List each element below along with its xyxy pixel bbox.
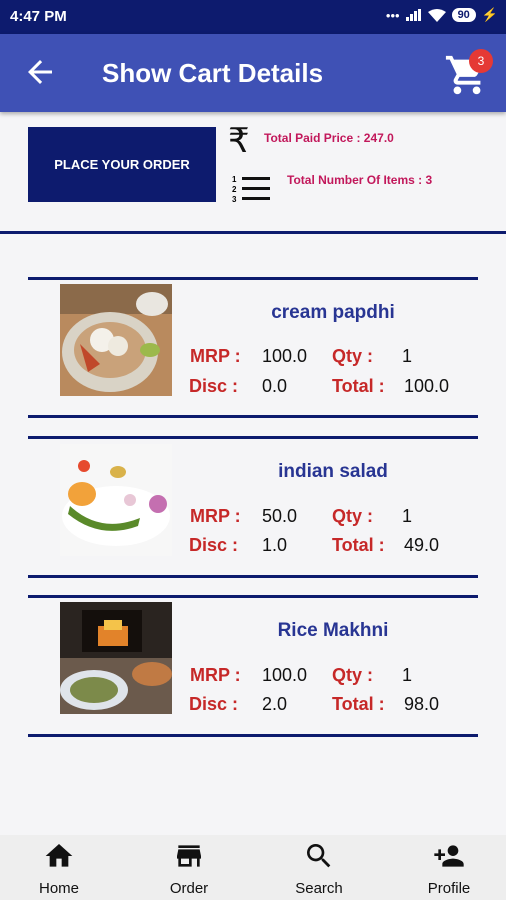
mrp-label: MRP :	[190, 346, 241, 366]
charging-icon: ⚡	[481, 7, 498, 22]
signal-icon	[405, 9, 421, 21]
store-icon	[177, 845, 201, 867]
more-dots-icon: •••	[385, 7, 400, 23]
total-value: 100.0	[404, 376, 450, 396]
total-items-count: Total Number Of Items : 3	[287, 173, 433, 187]
app-bar: Show Cart Details	[0, 34, 506, 112]
wifi-icon	[427, 8, 446, 22]
rupee-icon: ₹	[228, 121, 250, 161]
indian-salad-image	[60, 444, 172, 556]
qty-label: Qty :	[332, 346, 374, 366]
svg-text:1: 1	[232, 175, 237, 184]
item-divider-bottom	[28, 575, 478, 578]
nav-profile[interactable]: Profile	[399, 835, 499, 900]
qty-label: Qty :	[332, 665, 374, 685]
rice-makhni-image	[60, 602, 172, 714]
header-divider	[0, 231, 506, 234]
mrp-value: 100.0	[262, 346, 308, 366]
item-name: Rice Makhni	[277, 620, 389, 641]
numbered-list-icon: 1 2 3	[232, 175, 270, 204]
qty-value: 1	[402, 665, 413, 685]
item-divider-bottom	[28, 734, 478, 737]
back-arrow-icon[interactable]	[22, 54, 58, 90]
qty-value: 1	[402, 506, 413, 526]
status-time: 4:47 PM	[10, 8, 67, 25]
svg-text:2: 2	[232, 185, 237, 194]
place-order-button[interactable]: PLACE YOUR ORDER	[28, 127, 216, 202]
total-value: 49.0	[404, 535, 440, 555]
add-person-icon	[434, 845, 464, 867]
nav-label: Order	[169, 880, 209, 897]
bottom-navigation: Home Order Search Profile	[0, 835, 506, 900]
nav-home[interactable]: Home	[9, 835, 109, 900]
total-label: Total :	[332, 535, 385, 555]
cream-papdhi-image	[60, 284, 172, 396]
battery-level: 90	[451, 8, 476, 22]
item-divider-bottom	[28, 415, 478, 418]
total-paid-price: Total Paid Price : 247.0	[264, 131, 394, 145]
status-icons: ••• 90 ⚡	[386, 7, 498, 23]
mrp-label: MRP :	[190, 506, 241, 526]
svg-text:3: 3	[232, 195, 237, 204]
nav-label: Home	[38, 880, 79, 897]
item-divider-top	[28, 436, 478, 439]
disc-value: 2.0	[262, 694, 288, 714]
total-label: Total :	[332, 694, 385, 714]
status-bar: 4:47 PM ••• 90 ⚡	[0, 0, 506, 34]
item-name: indian salad	[278, 461, 388, 482]
disc-value: 1.0	[262, 535, 288, 555]
qty-label: Qty :	[332, 506, 374, 526]
mrp-value: 100.0	[262, 665, 308, 685]
mrp-label: MRP :	[190, 665, 241, 685]
disc-label: Disc :	[189, 376, 239, 396]
nav-search[interactable]: Search	[269, 835, 369, 900]
nav-label: Profile	[427, 880, 471, 897]
disc-value: 0.0	[262, 376, 288, 396]
total-label: Total :	[332, 376, 385, 396]
mrp-value: 50.0	[262, 506, 298, 526]
item-divider-top	[28, 595, 478, 598]
disc-label: Disc :	[189, 535, 239, 555]
disc-label: Disc :	[189, 694, 239, 714]
nav-order[interactable]: Order	[139, 835, 239, 900]
total-value: 98.0	[404, 694, 440, 714]
item-divider-top	[28, 277, 478, 280]
page-title: Show Cart Details	[102, 58, 324, 88]
nav-label: Search	[295, 880, 343, 897]
cart-count-badge: 3	[469, 49, 493, 73]
item-name: cream papdhi	[271, 302, 395, 323]
search-icon	[307, 844, 331, 868]
home-icon	[45, 844, 73, 867]
qty-value: 1	[402, 346, 413, 366]
